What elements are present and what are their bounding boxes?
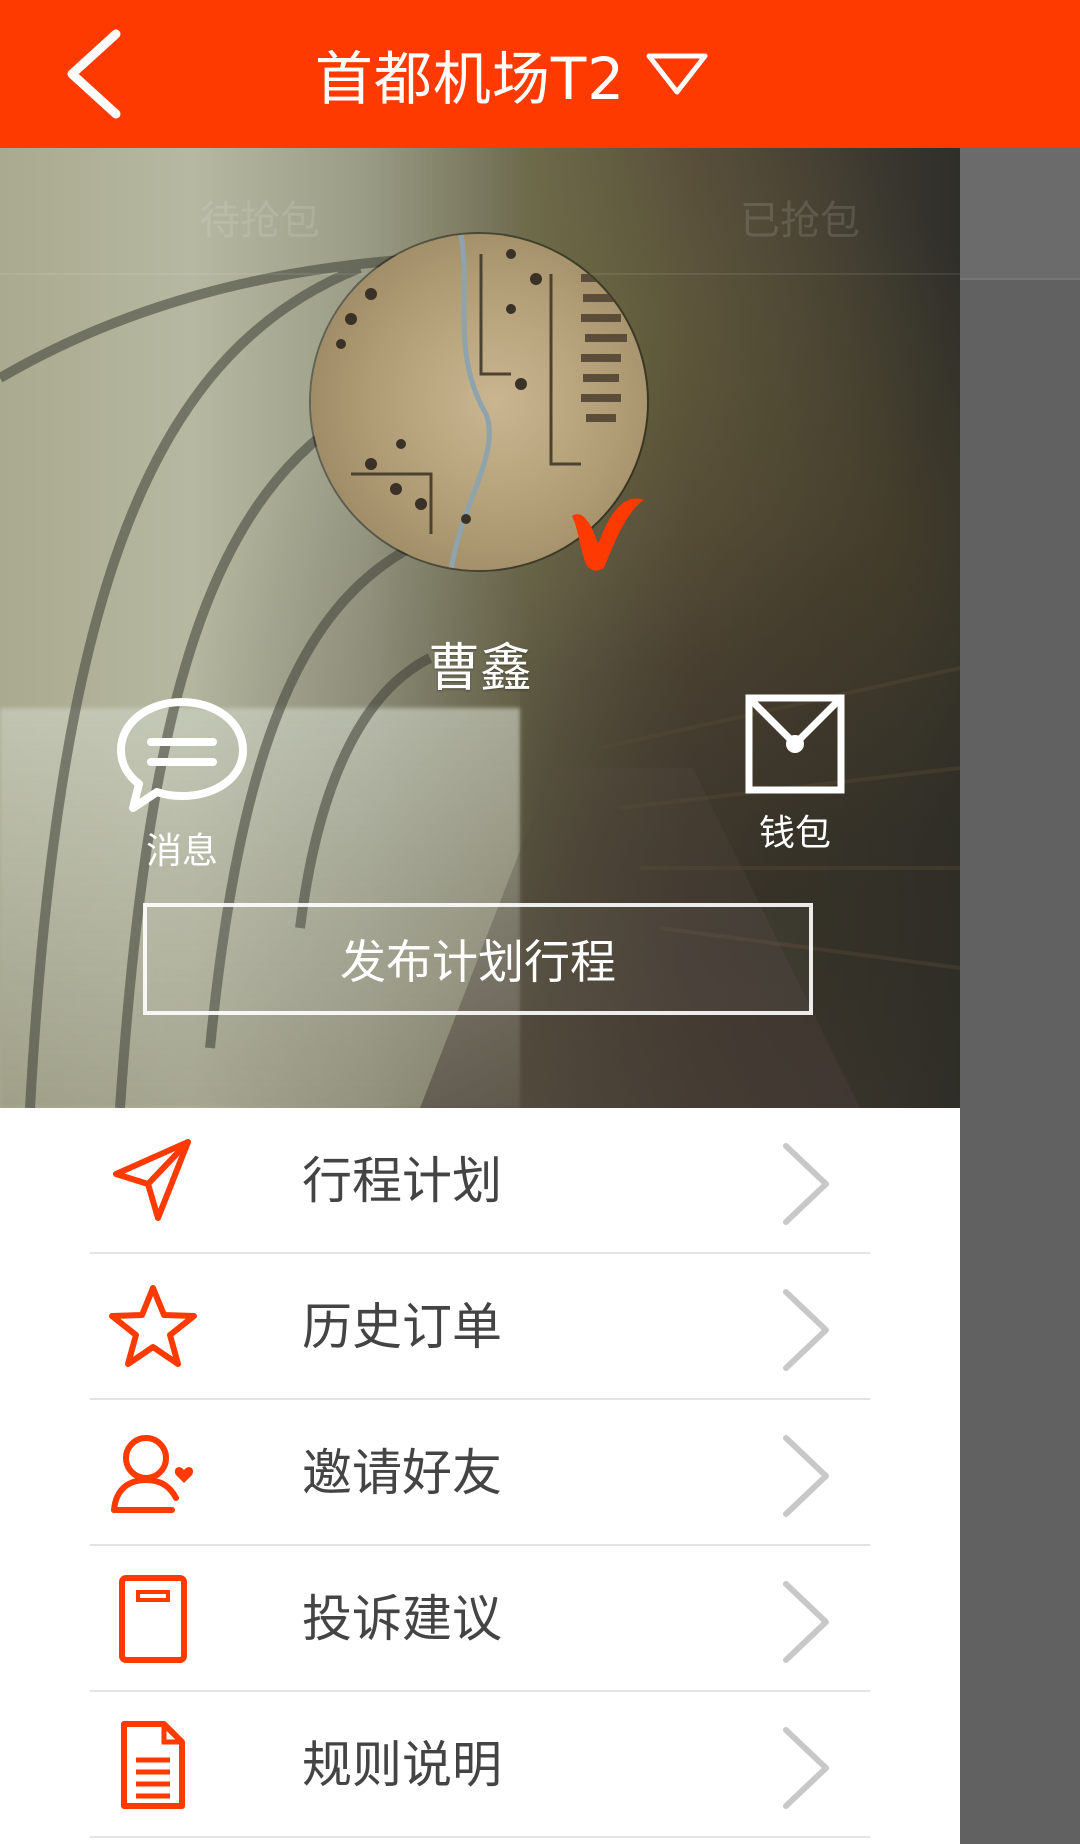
vip-badge-icon xyxy=(572,498,644,571)
feedback-icon xyxy=(119,1575,187,1663)
wallet-button[interactable]: 钱包 xyxy=(740,694,850,854)
drawer-menu: 行程计划 历史订单 邀请好友 投诉建议 规则说明 xyxy=(0,1108,960,1838)
message-label: 消息 xyxy=(145,831,218,872)
menu-item-rules[interactable]: 规则说明 xyxy=(90,1692,870,1838)
menu-item-trip-plan[interactable]: 行程计划 xyxy=(90,1108,870,1254)
menu-item-label: 行程计划 xyxy=(302,1152,502,1210)
menu-item-label: 投诉建议 xyxy=(302,1590,502,1648)
wallet-label: 钱包 xyxy=(758,813,831,854)
star-icon xyxy=(109,1285,197,1367)
ghost-tab-taken: 已抢包 xyxy=(740,198,860,244)
message-bubble-icon xyxy=(117,698,247,812)
chevron-right-icon xyxy=(783,1581,829,1663)
dropdown-triangle-icon xyxy=(646,53,708,95)
message-button[interactable]: 消息 xyxy=(112,696,252,872)
ghost-tab-pending: 待抢包 xyxy=(200,198,320,244)
drawer-overlay[interactable] xyxy=(960,148,1080,1844)
menu-item-feedback[interactable]: 投诉建议 xyxy=(90,1546,870,1692)
document-icon xyxy=(121,1721,185,1809)
add-friend-icon xyxy=(111,1435,194,1513)
airport-selector[interactable]: 首都机场T2 xyxy=(0,0,1080,148)
menu-item-label: 邀请好友 xyxy=(302,1444,502,1502)
publish-plan-button[interactable]: 发布计划行程 xyxy=(143,903,813,1015)
chevron-right-icon xyxy=(783,1435,829,1517)
chevron-right-icon xyxy=(783,1143,829,1225)
profile-hero: 待抢包 已抢包 曹鑫 消息 钱包 发布计划行程 xyxy=(0,148,960,1108)
publish-plan-label: 发布计划行程 xyxy=(340,935,616,989)
menu-item-order-history[interactable]: 历史订单 xyxy=(90,1254,870,1400)
send-icon xyxy=(113,1139,191,1221)
chevron-right-icon xyxy=(783,1289,829,1371)
side-drawer: 待抢包 已抢包 曹鑫 消息 钱包 发布计划行程 行程计划 历史订单 邀请好友 投… xyxy=(0,148,960,1844)
chevron-right-icon xyxy=(783,1727,829,1809)
menu-item-label: 历史订单 xyxy=(302,1298,502,1356)
wallet-icon xyxy=(745,694,845,794)
menu-item-label: 规则说明 xyxy=(302,1736,502,1794)
top-bar: 首都机场T2 xyxy=(0,0,1080,148)
menu-item-invite-friends[interactable]: 邀请好友 xyxy=(90,1400,870,1546)
username: 曹鑫 xyxy=(427,639,532,699)
overlay-header xyxy=(960,148,1080,280)
page-title: 首都机场T2 xyxy=(314,45,626,113)
